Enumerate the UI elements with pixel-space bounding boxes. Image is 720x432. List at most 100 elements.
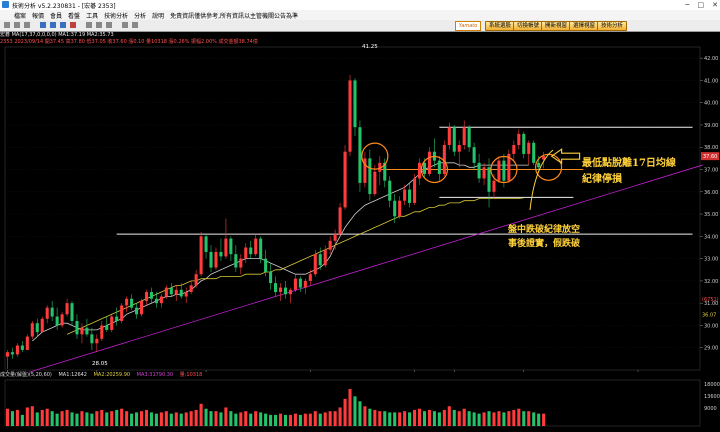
candle-body[interactable] xyxy=(358,127,362,183)
candle-body[interactable] xyxy=(144,292,149,301)
candle-body[interactable] xyxy=(403,189,407,201)
candle-body[interactable] xyxy=(100,325,104,339)
candle-body[interactable] xyxy=(278,287,283,293)
candle-body[interactable] xyxy=(388,180,392,201)
candle-body[interactable] xyxy=(65,303,69,315)
candle-body[interactable] xyxy=(447,127,451,146)
candle-body[interactable] xyxy=(214,251,218,268)
candle-body[interactable] xyxy=(224,238,228,257)
candle-body[interactable] xyxy=(135,307,139,315)
candle-body[interactable] xyxy=(139,300,144,315)
candle-body[interactable] xyxy=(467,127,471,148)
candle-body[interactable] xyxy=(353,80,357,128)
candle-body[interactable] xyxy=(482,167,486,179)
candle-body[interactable] xyxy=(333,234,337,241)
candle-body[interactable] xyxy=(492,180,496,192)
candle-body[interactable] xyxy=(80,327,84,335)
candlestick-chart[interactable]: 42.00 41.00 40.00 39.00 38.00 37.00 36.00 35.00… xyxy=(0,0,720,432)
candle-body[interactable] xyxy=(30,323,34,337)
candle-body[interactable] xyxy=(308,274,312,281)
candle-body[interactable] xyxy=(25,336,29,350)
candle-body[interactable] xyxy=(462,127,466,146)
candle-body[interactable] xyxy=(90,334,94,344)
candle-body[interactable] xyxy=(393,200,397,217)
candle-body[interactable] xyxy=(532,142,536,163)
candle-body[interactable] xyxy=(249,247,253,255)
candle-body[interactable] xyxy=(154,298,158,304)
candle-body[interactable] xyxy=(427,151,431,174)
candle-body[interactable] xyxy=(15,345,19,355)
candle-body[interactable] xyxy=(517,133,521,146)
candle-body[interactable] xyxy=(417,162,422,179)
candle-body[interactable] xyxy=(45,307,49,319)
candle-body[interactable] xyxy=(159,296,163,304)
candle-body[interactable] xyxy=(537,162,541,168)
candle-body[interactable] xyxy=(323,249,327,266)
candle-body[interactable] xyxy=(10,352,14,355)
candle-body[interactable] xyxy=(303,280,307,288)
candle-body[interactable] xyxy=(328,240,332,250)
candle-body[interactable] xyxy=(422,162,427,174)
candle-body[interactable] xyxy=(298,278,302,288)
candle-body[interactable] xyxy=(348,80,352,152)
candle-body[interactable] xyxy=(70,303,74,321)
candle-body[interactable] xyxy=(373,171,377,195)
candle-body[interactable] xyxy=(55,316,59,326)
candle-body[interactable] xyxy=(343,151,347,208)
candle-body[interactable] xyxy=(338,207,342,235)
candle-body[interactable] xyxy=(398,200,402,217)
candle-body[interactable] xyxy=(288,289,292,295)
candle-body[interactable] xyxy=(35,323,39,333)
candle-body[interactable] xyxy=(274,283,278,293)
candle-body[interactable] xyxy=(204,236,208,252)
candle-body[interactable] xyxy=(189,285,193,293)
candle-body[interactable] xyxy=(413,178,417,203)
candle-body[interactable] xyxy=(95,338,99,344)
candle-body[interactable] xyxy=(259,238,263,259)
candle-body[interactable] xyxy=(219,251,223,257)
candle-body[interactable] xyxy=(502,160,506,181)
candle-body[interactable] xyxy=(254,238,258,255)
candle-body[interactable] xyxy=(472,147,476,163)
candle-body[interactable] xyxy=(130,298,134,308)
candle-body[interactable] xyxy=(239,258,243,268)
candle-body[interactable] xyxy=(149,292,153,299)
candle-body[interactable] xyxy=(512,145,516,154)
candle-body[interactable] xyxy=(269,271,273,284)
candle-body[interactable] xyxy=(209,251,213,268)
candle-body[interactable] xyxy=(60,314,64,326)
candle-body[interactable] xyxy=(313,254,317,275)
candle-body[interactable] xyxy=(50,307,54,317)
candle-body[interactable] xyxy=(125,298,129,306)
candle-body[interactable] xyxy=(408,189,412,203)
candle-body[interactable] xyxy=(244,247,248,259)
candle-body[interactable] xyxy=(110,316,114,330)
candle-body[interactable] xyxy=(40,318,44,333)
candle-body[interactable] xyxy=(85,327,89,335)
candle-body[interactable] xyxy=(264,258,268,272)
candle-body[interactable] xyxy=(105,325,109,330)
candle-body[interactable] xyxy=(229,238,233,255)
candle-body[interactable] xyxy=(120,305,124,321)
candle-body[interactable] xyxy=(368,158,372,195)
candle-body[interactable] xyxy=(457,145,461,152)
candle-body[interactable] xyxy=(452,127,456,152)
candle-body[interactable] xyxy=(115,316,119,321)
candle-body[interactable] xyxy=(164,287,168,297)
candle-body[interactable] xyxy=(234,254,238,268)
candle-body[interactable] xyxy=(318,254,322,266)
candle-body[interactable] xyxy=(184,292,188,297)
candle-body[interactable] xyxy=(293,278,297,290)
candle-body[interactable] xyxy=(497,160,501,181)
candle-body[interactable] xyxy=(522,133,526,154)
candle-body[interactable] xyxy=(20,345,24,350)
candle-body[interactable] xyxy=(487,167,491,192)
candle-body[interactable] xyxy=(169,287,173,295)
candle-body[interactable] xyxy=(477,162,481,179)
candle-body[interactable] xyxy=(179,289,183,297)
candle-body[interactable] xyxy=(199,236,203,275)
candle-body[interactable] xyxy=(5,352,10,357)
candle-body[interactable] xyxy=(527,142,531,154)
candle-body[interactable] xyxy=(437,160,441,174)
candle-body[interactable] xyxy=(283,287,288,295)
